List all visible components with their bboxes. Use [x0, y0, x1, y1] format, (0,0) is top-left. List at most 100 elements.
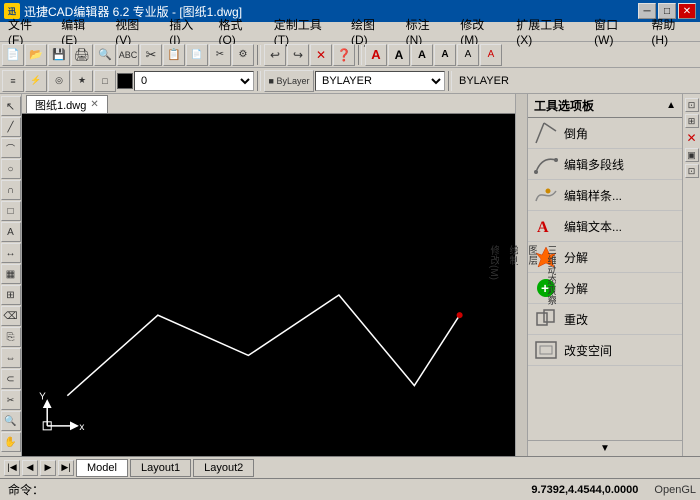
- tb-layer-color[interactable]: [117, 73, 133, 89]
- lt-circle[interactable]: ○: [1, 159, 21, 179]
- renderer-label: OpenGL: [654, 484, 696, 496]
- lt-line[interactable]: ╱: [1, 117, 21, 137]
- lt-mirror[interactable]: ⇔: [1, 348, 21, 368]
- lt-trim[interactable]: ✂: [1, 390, 21, 410]
- sep3: [257, 71, 261, 91]
- menu-window[interactable]: 窗口(W): [588, 23, 643, 41]
- canvas-tab-close-icon[interactable]: ✕: [90, 99, 98, 110]
- tb-texta3[interactable]: A: [411, 44, 433, 66]
- nav-next[interactable]: ▶: [40, 460, 56, 476]
- nav-first[interactable]: |◀: [4, 460, 20, 476]
- edit-polyline-icon: [534, 152, 558, 176]
- lt-offset[interactable]: ⊂: [1, 369, 21, 389]
- panel-title: 工具选项板: [534, 97, 594, 114]
- tb-layer-btn2[interactable]: ⚡: [25, 70, 47, 92]
- menu-customtool[interactable]: 定制工具(T): [268, 23, 343, 41]
- menu-insert[interactable]: 插入(I): [163, 23, 210, 41]
- menu-modify[interactable]: 修改(M): [454, 23, 508, 41]
- tb-btn8[interactable]: 📄: [186, 44, 208, 66]
- tb-redo[interactable]: ↪: [287, 44, 309, 66]
- tool-explode2-label: 分解: [564, 280, 588, 297]
- lt-erase[interactable]: ⌫: [1, 306, 21, 326]
- tb-layer-mgr[interactable]: ≡: [2, 70, 24, 92]
- tb-btn6[interactable]: ✂: [140, 44, 162, 66]
- menu-help[interactable]: 帮助(H): [645, 23, 698, 41]
- tool-chamfer[interactable]: 倒角: [528, 118, 682, 149]
- tb-texta2[interactable]: A: [388, 44, 410, 66]
- lt-dim[interactable]: ↔: [1, 243, 21, 263]
- tb-texta4[interactable]: A: [434, 44, 456, 66]
- lt-copy[interactable]: ⎘: [1, 327, 21, 347]
- lt-pan[interactable]: ✋: [1, 432, 21, 452]
- menu-draw[interactable]: 绘图(D): [345, 23, 398, 41]
- menu-view[interactable]: 视图(V): [109, 23, 161, 41]
- nav-prev[interactable]: ◀: [22, 460, 38, 476]
- tool-edit-polyline[interactable]: 编辑多段线: [528, 149, 682, 180]
- tab-layout2[interactable]: Layout2: [193, 459, 254, 477]
- tb-new[interactable]: 📄: [2, 44, 24, 66]
- tool-explode1-label: 分解: [564, 249, 588, 266]
- menu-edit[interactable]: 编辑(E): [55, 23, 107, 41]
- lt-hatch[interactable]: ▦: [1, 264, 21, 284]
- tb-btn7[interactable]: 📋: [163, 44, 185, 66]
- lt-arc[interactable]: ∩: [1, 180, 21, 200]
- tb-texta1[interactable]: A: [365, 44, 387, 66]
- tb-btn10[interactable]: ⚙: [232, 44, 254, 66]
- layer-select[interactable]: 0: [134, 71, 254, 91]
- rmt-btn4[interactable]: ▣: [685, 148, 699, 162]
- tb-open[interactable]: 📂: [25, 44, 47, 66]
- bottom-tab-bar: |◀ ◀ ▶ ▶| Model Layout1 Layout2: [0, 456, 700, 478]
- tb-texta6[interactable]: A: [480, 44, 502, 66]
- tb-help[interactable]: ❓: [333, 44, 355, 66]
- rmt-btn2[interactable]: ⊞: [685, 114, 699, 128]
- lt-polyline[interactable]: ⌒: [1, 138, 21, 158]
- menu-file[interactable]: 文件(F): [2, 23, 53, 41]
- coords-display: 9.7392,4.4544,0.0000: [523, 484, 646, 496]
- tb-preview[interactable]: 🔍: [94, 44, 116, 66]
- tb-btn9[interactable]: ✂: [209, 44, 231, 66]
- tab-layout1[interactable]: Layout1: [130, 459, 191, 477]
- tb-undo[interactable]: ↩: [264, 44, 286, 66]
- tb-layer-btn3[interactable]: ◎: [48, 70, 70, 92]
- rmt-btn3[interactable]: ✕: [684, 130, 700, 146]
- panel-collapse-handle[interactable]: 修改(M) 绘制 图层 三维动态观察: [515, 94, 527, 456]
- menu-format[interactable]: 格式(O): [212, 23, 265, 41]
- lt-text[interactable]: A: [1, 222, 21, 242]
- svg-text:x: x: [79, 422, 84, 433]
- side-label-layer: 图层: [522, 241, 541, 309]
- menu-extend[interactable]: 扩展工具(X): [510, 23, 586, 41]
- tb-print[interactable]: 🖨: [71, 44, 93, 66]
- side-label-3d: 三维动态观察: [541, 241, 560, 309]
- canvas-tab-main[interactable]: 图纸1.dwg ✕: [26, 95, 108, 113]
- lt-zoom[interactable]: 🔍: [1, 411, 21, 431]
- toolbar-layer: ≡ ⚡ ◎ ★ □ 0 ■ ByLayer BYLAYER BYLAYER: [0, 68, 700, 94]
- nav-last[interactable]: ▶|: [58, 460, 74, 476]
- tab-model[interactable]: Model: [76, 459, 128, 477]
- lt-rect[interactable]: □: [1, 201, 21, 221]
- tool-edit-text[interactable]: A 编辑文本...: [528, 211, 682, 242]
- linetype-select[interactable]: BYLAYER: [315, 71, 445, 91]
- left-toolbar: ↖ ╱ ⌒ ○ ∩ □ A ↔ ▦ ⊞ ⌫ ⎘ ⇔ ⊂ ✂ 🔍 ✋: [0, 94, 22, 456]
- sep4: [448, 71, 452, 91]
- tb-color-swatch[interactable]: ■ ByLayer: [264, 70, 314, 92]
- lt-insert[interactable]: ⊞: [1, 285, 21, 305]
- tool-space[interactable]: 改变空间: [528, 335, 682, 366]
- panel-scroll-up[interactable]: ▲: [666, 100, 676, 111]
- tb-layer-btn5[interactable]: □: [94, 70, 116, 92]
- tool-edit-spline[interactable]: 编辑样条...: [528, 180, 682, 211]
- menu-dimension[interactable]: 标注(N): [400, 23, 453, 41]
- lt-select[interactable]: ↖: [1, 96, 21, 116]
- redo-icon: [534, 307, 558, 331]
- tb-btn5[interactable]: ABC: [117, 44, 139, 66]
- rmt-btn1[interactable]: ⊡: [685, 98, 699, 112]
- tool-edit-polyline-label: 编辑多段线: [564, 156, 624, 173]
- canvas-container: 图纸1.dwg ✕ x Y: [22, 94, 515, 456]
- tb-texta5[interactable]: A: [457, 44, 479, 66]
- canvas-drawing-area[interactable]: x Y: [22, 114, 515, 456]
- panel-scroll-down[interactable]: ▼: [600, 443, 610, 454]
- drawing-svg: x Y: [22, 114, 515, 456]
- tb-layer-btn4[interactable]: ★: [71, 70, 93, 92]
- rmt-btn5[interactable]: ⊡: [685, 164, 699, 178]
- tb-save[interactable]: 💾: [48, 44, 70, 66]
- tb-delete[interactable]: ✕: [310, 44, 332, 66]
